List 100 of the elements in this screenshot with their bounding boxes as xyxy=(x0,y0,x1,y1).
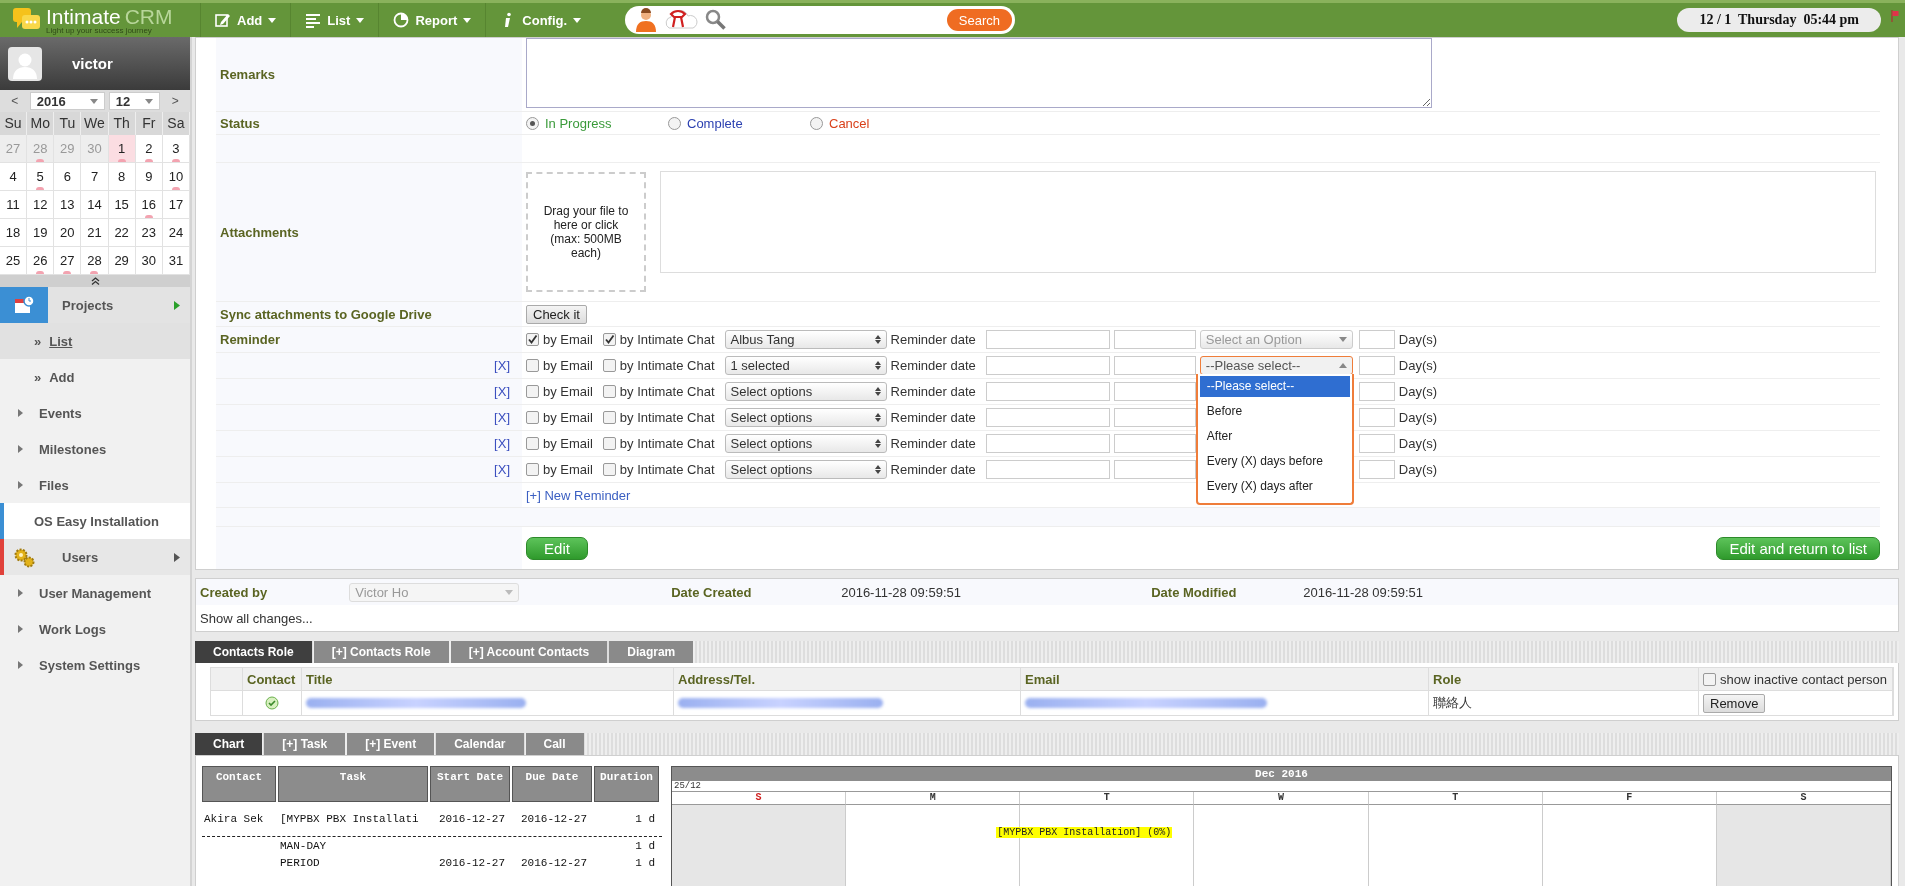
previous-month-button[interactable]: < xyxy=(4,92,26,110)
status-option[interactable]: Cancel xyxy=(829,115,870,131)
nav-item[interactable]: Events xyxy=(0,395,190,431)
radio-button[interactable] xyxy=(668,116,681,130)
calendar-day[interactable]: 19 xyxy=(27,219,55,247)
date-field[interactable] xyxy=(985,330,1110,349)
calendar-day[interactable]: 5 xyxy=(27,163,55,191)
calendar-day[interactable]: 23 xyxy=(135,219,163,247)
file-drop-zone[interactable]: Drag your file to here or click (max: 500MB each) xyxy=(526,172,646,292)
date-field[interactable] xyxy=(985,382,1110,401)
remove-link[interactable]: [X] xyxy=(494,462,510,477)
calendar-day[interactable]: 21 xyxy=(81,219,109,247)
days-field[interactable] xyxy=(1358,356,1395,375)
days-field[interactable] xyxy=(1358,408,1395,427)
nav-item[interactable]: Files xyxy=(0,467,190,503)
days-field[interactable] xyxy=(1358,434,1395,453)
radio-button[interactable] xyxy=(526,116,539,130)
checkbox[interactable] xyxy=(602,359,616,372)
nav-item[interactable]: System Settings xyxy=(0,647,190,683)
date-field[interactable] xyxy=(985,408,1110,427)
time-field[interactable] xyxy=(1113,434,1196,453)
nav-item[interactable]: Milestones xyxy=(0,431,190,467)
recipient-select[interactable]: 1 selected xyxy=(724,356,887,375)
recipient-select[interactable]: Select options xyxy=(724,408,887,427)
radio-button[interactable] xyxy=(810,116,823,130)
time-field[interactable] xyxy=(1113,356,1196,375)
calendar-day[interactable]: 12 xyxy=(27,191,55,219)
remove-link[interactable]: [X] xyxy=(494,384,510,399)
dropdown-option[interactable]: Every (X) days after xyxy=(1199,476,1350,497)
task-bar[interactable]: [MYPBX PBX Installation] (0%) xyxy=(996,827,1173,838)
checkbox[interactable] xyxy=(526,437,539,450)
days-field[interactable] xyxy=(1358,382,1395,401)
nav-item[interactable]: Projects xyxy=(0,287,190,323)
calendar-day[interactable]: 13 xyxy=(54,191,82,219)
calendar-day[interactable]: 18 xyxy=(0,219,28,247)
year-select[interactable]: 2016 xyxy=(29,92,105,110)
recipient-select[interactable]: Select options xyxy=(724,434,887,453)
nav-item[interactable]: User Management xyxy=(0,575,190,611)
calendar-day[interactable]: 15 xyxy=(108,191,136,219)
remarks-field[interactable] xyxy=(526,38,1432,108)
time-field[interactable] xyxy=(1113,460,1196,479)
calendar-day[interactable]: 8 xyxy=(108,163,136,191)
time-field[interactable] xyxy=(1113,408,1196,427)
calendar-day[interactable]: 7 xyxy=(81,163,109,191)
status-option[interactable]: Complete xyxy=(687,115,743,131)
date-field[interactable] xyxy=(985,434,1110,453)
dropdown-option[interactable]: Before xyxy=(1199,401,1350,422)
calendar-day[interactable]: 22 xyxy=(108,219,136,247)
new-reminder-link[interactable]: [+] New Reminder xyxy=(526,487,631,503)
calendar-day[interactable]: 3 xyxy=(162,135,190,163)
nav-item[interactable]: » List xyxy=(0,323,190,359)
show-changes-link[interactable]: Show all changes... xyxy=(200,610,313,626)
recipient-select[interactable]: Select options xyxy=(724,382,887,401)
month-select[interactable]: 12 xyxy=(108,92,161,110)
calendar-day[interactable]: 16 xyxy=(135,191,163,219)
next-month-button[interactable]: > xyxy=(164,92,186,110)
recipient-select[interactable]: Select options xyxy=(724,460,887,479)
calendar-day[interactable]: 6 xyxy=(54,163,82,191)
days-field[interactable] xyxy=(1358,460,1395,479)
recipient-select[interactable]: Albus Tang xyxy=(724,330,887,349)
tab[interactable]: Chart xyxy=(195,733,263,755)
tab[interactable]: Contacts Role xyxy=(195,641,312,663)
checkbox[interactable] xyxy=(526,359,539,372)
nav-item[interactable]: Users xyxy=(0,539,190,575)
calendar-day[interactable]: 9 xyxy=(135,163,163,191)
checkbox[interactable] xyxy=(526,463,539,476)
calendar-day[interactable]: 2 xyxy=(135,135,163,163)
remove-button[interactable]: Remove xyxy=(1703,693,1766,713)
nav-item[interactable]: » Add xyxy=(0,359,190,395)
nav-item[interactable]: OS Easy Installation xyxy=(0,503,190,539)
calendar-day[interactable]: 24 xyxy=(162,219,190,247)
date-field[interactable] xyxy=(985,460,1110,479)
dropdown-option[interactable]: Every (X) days before xyxy=(1199,451,1350,472)
checkbox[interactable] xyxy=(602,463,616,476)
remove-link[interactable]: [X] xyxy=(494,410,510,425)
check-button[interactable]: Check it xyxy=(526,304,587,324)
nav-item[interactable]: Work Logs xyxy=(0,611,190,647)
time-field[interactable] xyxy=(1113,382,1196,401)
calendar-day[interactable]: 20 xyxy=(54,219,82,247)
remove-link[interactable]: [X] xyxy=(494,358,510,373)
calendar-day[interactable]: 4 xyxy=(0,163,28,191)
checkbox[interactable] xyxy=(526,411,539,424)
checkbox[interactable] xyxy=(602,385,616,398)
calendar-day[interactable]: 1 xyxy=(108,135,136,163)
dropdown-option[interactable]: --Please select-- xyxy=(1199,376,1350,397)
remove-link[interactable]: [X] xyxy=(494,436,510,451)
calendar-day[interactable]: 14 xyxy=(81,191,109,219)
date-field[interactable] xyxy=(985,356,1110,375)
checkbox[interactable] xyxy=(526,385,539,398)
days-field[interactable] xyxy=(1358,330,1395,349)
time-field[interactable] xyxy=(1113,330,1196,349)
checkbox[interactable] xyxy=(526,333,539,346)
status-option[interactable]: In Progress xyxy=(545,115,612,131)
checkbox[interactable] xyxy=(602,411,616,424)
calendar-day[interactable]: 11 xyxy=(0,191,28,219)
calendar-day[interactable]: 17 xyxy=(162,191,190,219)
calendar-day[interactable]: 10 xyxy=(162,163,190,191)
checkbox[interactable] xyxy=(602,437,616,450)
checkbox[interactable] xyxy=(602,333,616,346)
dropdown-option[interactable]: After xyxy=(1199,426,1350,447)
